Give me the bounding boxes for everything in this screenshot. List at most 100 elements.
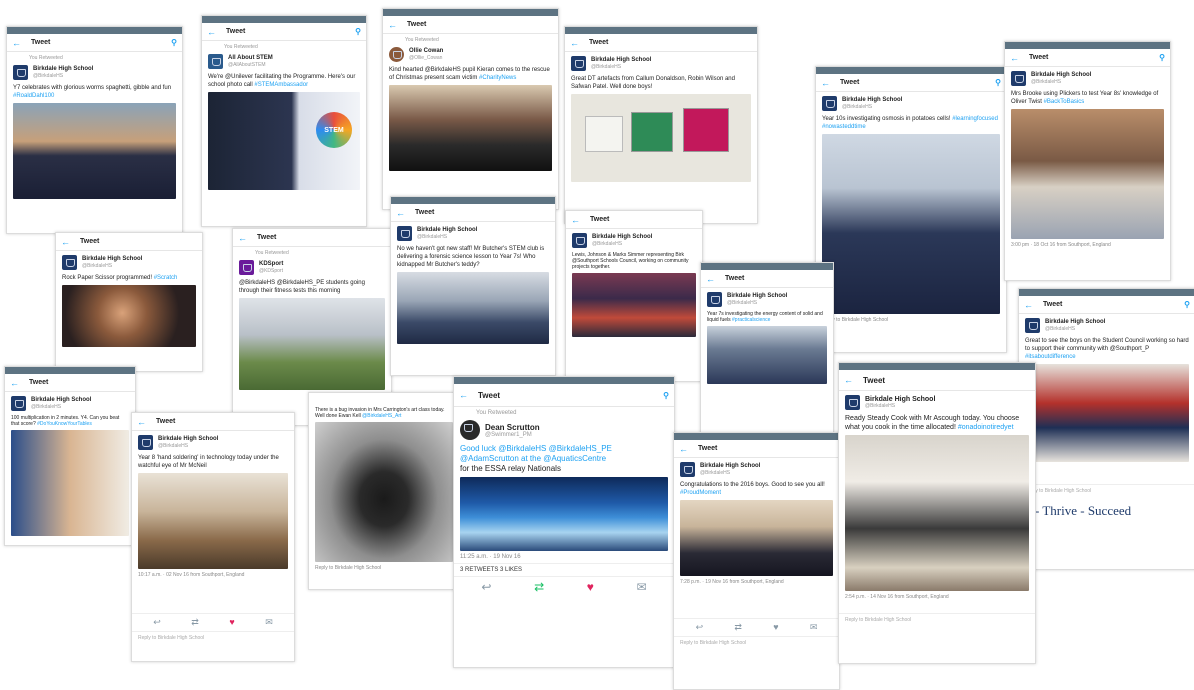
kdsport-avatar[interactable] xyxy=(239,260,254,275)
back-arrow-icon[interactable]: ← xyxy=(238,233,247,243)
like-icon[interactable]: ♥ xyxy=(587,580,594,594)
author-handle[interactable]: @AllAboutSTEM xyxy=(228,62,273,68)
search-icon[interactable]: ⚲ xyxy=(663,391,669,400)
photo-fitness-tests[interactable] xyxy=(239,298,385,390)
author-handle[interactable]: @BirkdaleHS xyxy=(31,404,91,410)
photo-2016-boys[interactable] xyxy=(680,500,833,576)
author-name[interactable]: Birkdale High School xyxy=(158,436,218,443)
author-handle[interactable]: @KDSport xyxy=(259,268,283,274)
reply-icon[interactable]: ↩ xyxy=(696,622,704,633)
school-avatar[interactable] xyxy=(11,396,26,411)
retweet-icon[interactable]: ⇄ xyxy=(191,617,199,628)
photo-forensic-lesson[interactable] xyxy=(397,272,549,344)
stem-avatar[interactable] xyxy=(208,54,223,69)
author-handle[interactable]: @BirkdaleHS xyxy=(1031,79,1091,85)
reply-input[interactable]: Reply to Birkdale High School xyxy=(839,613,1035,626)
author-name[interactable]: Birkdale High School xyxy=(592,234,652,241)
author-name[interactable]: Birkdale High School xyxy=(31,397,91,404)
school-avatar[interactable] xyxy=(822,96,837,111)
back-arrow-icon[interactable]: ← xyxy=(396,208,405,218)
author-name[interactable]: Birkdale High School xyxy=(842,97,902,104)
back-arrow-icon[interactable]: ← xyxy=(1024,300,1033,310)
author-handle[interactable]: @BirkdaleHS xyxy=(158,443,218,449)
author-name[interactable]: Birkdale High School xyxy=(727,293,787,300)
author-handle[interactable]: @BirkdaleHS xyxy=(417,234,477,240)
photo-classroom-plickers[interactable] xyxy=(1011,109,1164,239)
search-icon[interactable]: ⚲ xyxy=(1184,300,1190,309)
author-name[interactable]: Birkdale High School xyxy=(82,256,142,263)
author-handle[interactable]: @BirkdaleHS xyxy=(865,403,935,409)
author-handle[interactable]: @BirkdaleHS xyxy=(727,300,787,306)
back-arrow-icon[interactable]: ← xyxy=(1010,53,1019,63)
reply-hint[interactable]: Reply to Birkdale High School xyxy=(309,562,459,574)
photo-microbit[interactable] xyxy=(62,285,196,347)
message-icon[interactable]: ✉ xyxy=(810,622,818,633)
back-arrow-icon[interactable]: ← xyxy=(137,417,146,427)
school-avatar[interactable] xyxy=(572,233,587,248)
back-arrow-icon[interactable]: ← xyxy=(388,20,397,30)
back-arrow-icon[interactable]: ← xyxy=(821,78,830,88)
author-name[interactable]: Birkdale High School xyxy=(591,57,651,64)
back-arrow-icon[interactable]: ← xyxy=(571,215,580,225)
school-avatar[interactable] xyxy=(13,65,28,80)
reply-hint[interactable]: Reply to Birkdale High School xyxy=(816,314,1006,326)
photo-cooking-class[interactable] xyxy=(845,435,1029,591)
school-avatar[interactable] xyxy=(845,395,860,410)
author-name[interactable]: Dean Scrutton xyxy=(485,423,540,432)
author-handle[interactable]: @BirkdaleHS xyxy=(1045,326,1105,332)
reply-input[interactable]: Reply to Birkdale High School xyxy=(1019,484,1194,497)
photo-student-council[interactable] xyxy=(1025,364,1189,462)
photo-stem-event[interactable]: STEM xyxy=(208,92,360,190)
school-avatar[interactable] xyxy=(138,435,153,450)
author-name[interactable]: Birkdale High School xyxy=(865,396,935,403)
reply-icon[interactable]: ↩ xyxy=(481,580,491,594)
author-handle[interactable]: @BirkdaleHS xyxy=(592,241,652,247)
author-name[interactable]: Birkdale High School xyxy=(700,463,760,470)
school-avatar[interactable] xyxy=(1011,71,1026,86)
photo-aquatics-centre[interactable] xyxy=(460,477,668,551)
like-icon[interactable]: ♥ xyxy=(229,617,234,628)
back-arrow-icon[interactable]: ← xyxy=(12,38,21,48)
author-name[interactable]: Birkdale High School xyxy=(417,227,477,234)
school-avatar[interactable] xyxy=(680,462,695,477)
message-icon[interactable]: ✉ xyxy=(265,617,273,628)
school-avatar[interactable] xyxy=(1025,318,1040,333)
photo-dt-boxes[interactable] xyxy=(571,94,751,182)
author-handle[interactable]: @Ollie_Cowan xyxy=(409,55,443,61)
photo-soldering[interactable] xyxy=(138,473,288,569)
retweet-icon[interactable]: ⇄ xyxy=(734,622,742,633)
author-handle[interactable]: @BirkdaleHS xyxy=(82,263,142,269)
author-name[interactable]: KDSport xyxy=(259,261,283,268)
reply-icon[interactable]: ↩ xyxy=(153,617,161,628)
author-name[interactable]: Ollie Cowan xyxy=(409,48,443,55)
author-handle[interactable]: @Swimmer1_PM xyxy=(485,432,540,438)
author-name[interactable]: All About STEM xyxy=(228,55,273,62)
back-arrow-icon[interactable]: ← xyxy=(570,38,579,48)
photo-science-lab[interactable] xyxy=(707,326,827,384)
author-handle[interactable]: @BirkdaleHS xyxy=(33,73,93,79)
reply-input[interactable]: Reply to Birkdale High School xyxy=(132,631,294,644)
photo-osmosis-lab[interactable] xyxy=(822,134,1000,314)
school-avatar[interactable] xyxy=(707,292,722,307)
photo-kieran[interactable] xyxy=(389,85,552,171)
author-name[interactable]: Birkdale High School xyxy=(1045,319,1105,326)
back-arrow-icon[interactable]: ← xyxy=(844,375,853,385)
like-icon[interactable]: ♥ xyxy=(773,622,778,633)
author-handle[interactable]: @BirkdaleHS xyxy=(842,104,902,110)
author-name[interactable]: Birkdale High School xyxy=(1031,72,1091,79)
school-avatar[interactable] xyxy=(397,226,412,241)
back-arrow-icon[interactable]: ← xyxy=(10,378,19,388)
author-handle[interactable]: @BirkdaleHS xyxy=(700,470,760,476)
retweet-icon[interactable]: ⇄ xyxy=(534,580,544,594)
school-avatar[interactable] xyxy=(571,56,586,71)
search-icon[interactable]: ⚲ xyxy=(995,78,1001,87)
reply-input[interactable]: Reply to Birkdale High School xyxy=(674,636,839,649)
photo-pupils-outdoors[interactable] xyxy=(13,103,176,199)
author-name[interactable]: Birkdale High School xyxy=(33,66,93,73)
back-arrow-icon[interactable]: ← xyxy=(679,444,688,454)
back-arrow-icon[interactable]: ← xyxy=(61,237,70,247)
search-icon[interactable]: ⚲ xyxy=(355,27,361,36)
back-arrow-icon[interactable]: ← xyxy=(459,390,468,400)
search-icon[interactable]: ⚲ xyxy=(1159,53,1165,62)
back-arrow-icon[interactable]: ← xyxy=(207,27,216,37)
